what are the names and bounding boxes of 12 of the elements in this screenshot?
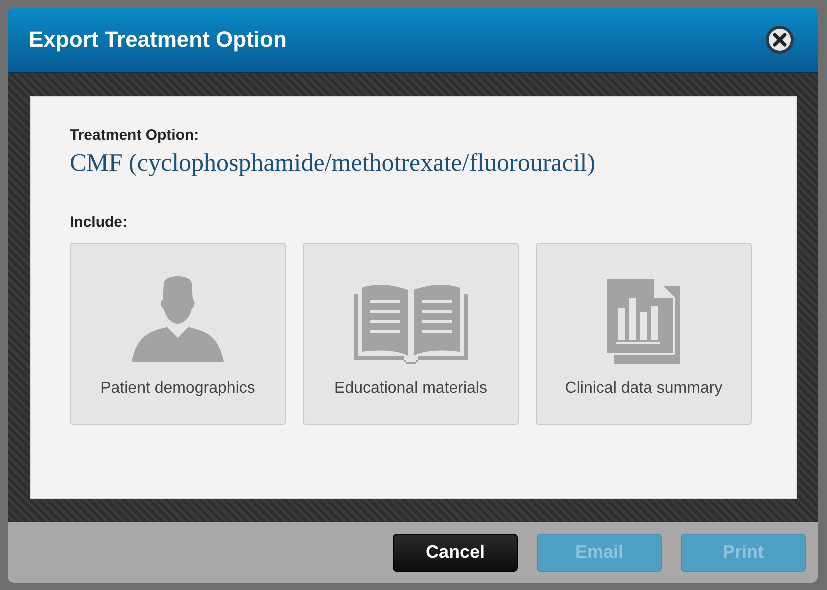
field-label: Include: — [70, 214, 129, 231]
cancel-button[interactable]: Cancel — [393, 534, 518, 572]
option-card[interactable]: Patient demographics — [70, 243, 286, 425]
window-title: Export Treatment Option — [29, 27, 287, 53]
option-card[interactable]: Educational materials — [303, 243, 519, 425]
field-label: Treatment Option: — [70, 127, 200, 144]
option-card[interactable]: Clinical data summary — [536, 243, 752, 425]
treatment-name: CMF (cyclophosphamide/methotrexate/fluorouracil) — [70, 150, 597, 178]
close-button[interactable] — [765, 25, 795, 55]
close-icon — [765, 25, 795, 55]
book-icon — [354, 284, 468, 364]
document-chart-icon — [606, 278, 682, 364]
